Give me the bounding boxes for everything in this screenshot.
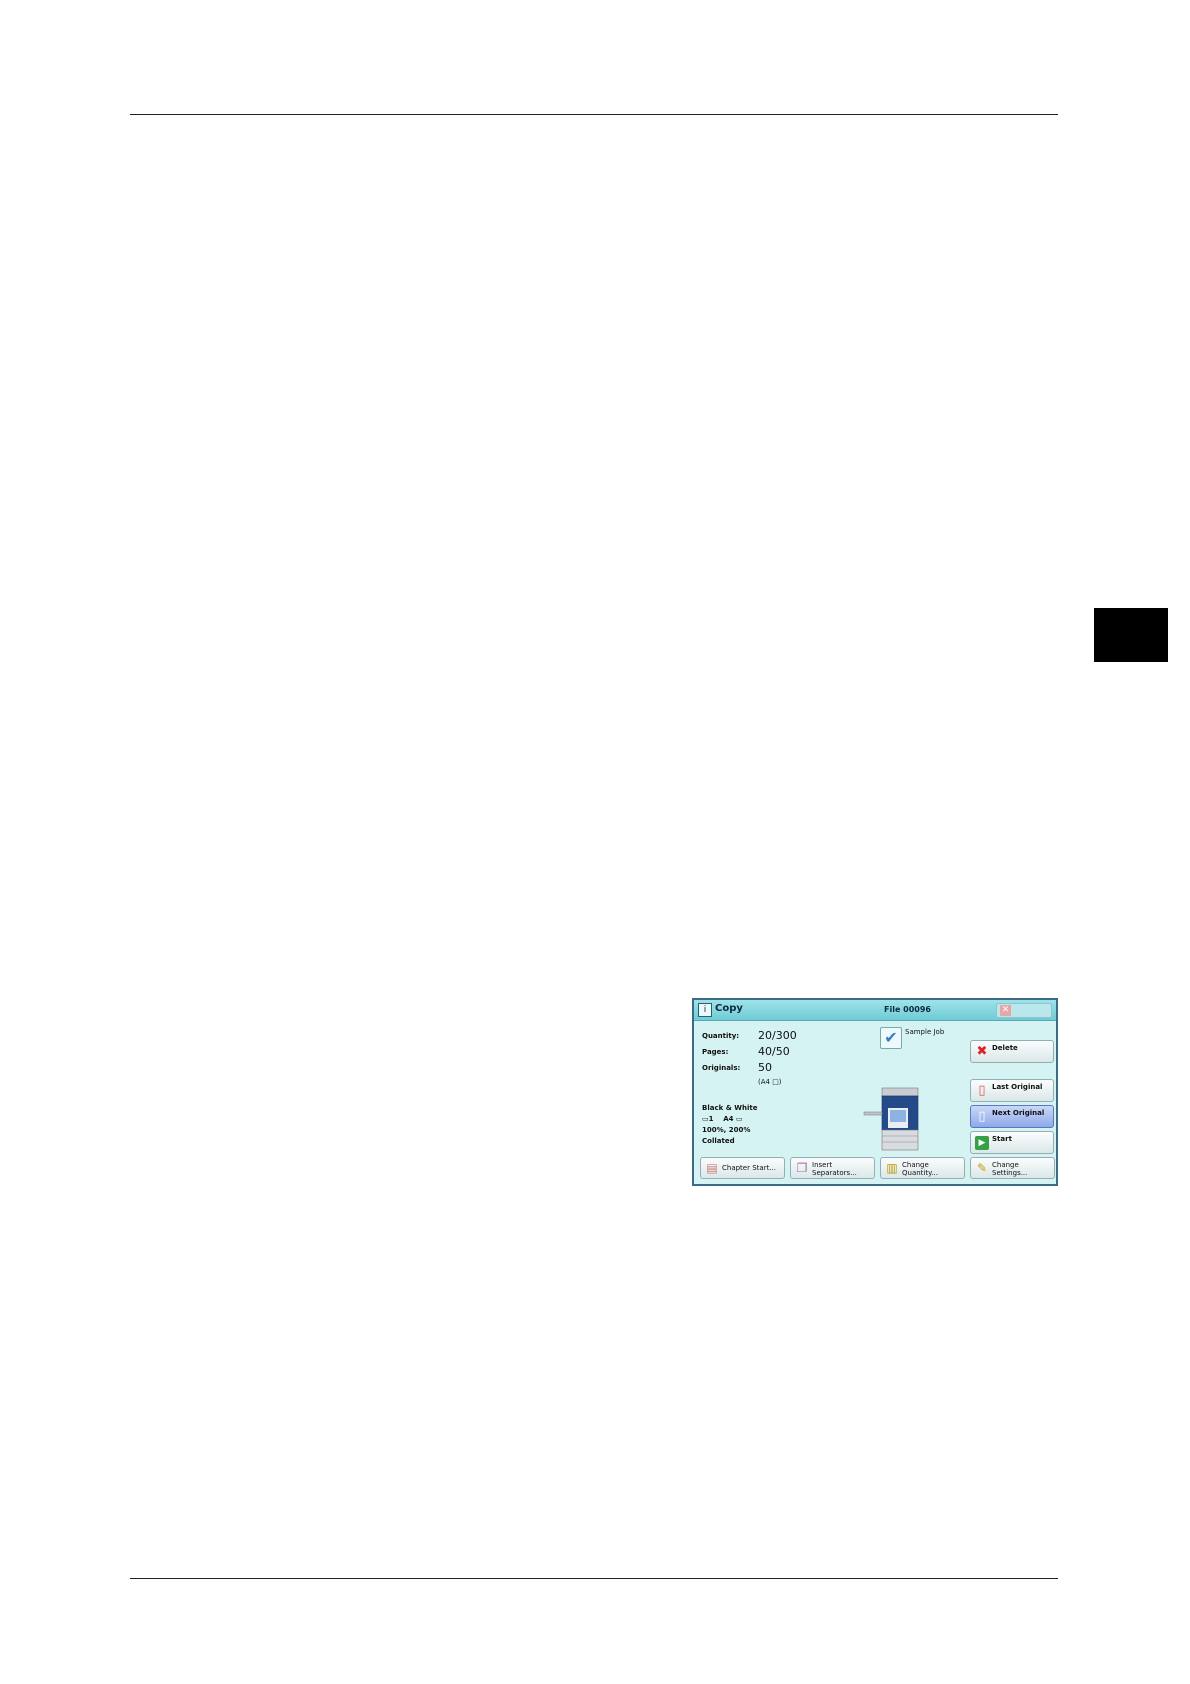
insert-separators-label-1: Insert — [812, 1161, 833, 1169]
quantity-label: Quantity: — [702, 1032, 740, 1040]
separator-icon: ❐ — [796, 1161, 808, 1175]
chapter-icon: ▤ — [706, 1161, 718, 1175]
info-icon[interactable]: i — [698, 1003, 712, 1017]
chapter-start-button[interactable]: ▤ Chapter Start... — [700, 1157, 785, 1179]
delete-x-icon: ✖ — [976, 1044, 988, 1059]
insert-separators-button[interactable]: ❐ Insert Separators... — [790, 1157, 875, 1179]
start-button[interactable]: ▶ Start — [970, 1131, 1054, 1154]
reduce-enlarge: 100%, 200% — [702, 1126, 751, 1134]
close-icon: ✕ — [1000, 1005, 1011, 1016]
output-mode: Collated — [702, 1137, 735, 1145]
settings-pencil-icon: ✎ — [976, 1161, 988, 1175]
change-settings-label-1: Change — [992, 1161, 1019, 1169]
title-bar: i Copy File 00096 ✕ — [694, 1000, 1056, 1021]
pages-label: Pages: — [702, 1048, 729, 1056]
originals-value: 50 — [758, 1061, 772, 1074]
sample-job-checkbox[interactable]: ✔ — [880, 1027, 902, 1049]
footer-rule — [130, 1578, 1058, 1579]
originals-size: (A4 □) — [758, 1078, 782, 1086]
file-name: File 00096 — [884, 1005, 931, 1014]
next-original-button[interactable]: ▯ Next Original — [970, 1105, 1054, 1128]
sample-job-label: Sample Job — [905, 1028, 945, 1036]
change-settings-label-2: Settings... — [992, 1169, 1028, 1177]
quantity-value: 20/300 — [758, 1029, 797, 1042]
insert-separators-label-2: Separators... — [812, 1169, 857, 1177]
window-title: Copy — [715, 1003, 743, 1014]
change-settings-button[interactable]: ✎ Change Settings... — [970, 1157, 1055, 1179]
next-original-label: Next Original — [992, 1109, 1045, 1117]
delete-label: Delete — [992, 1044, 1018, 1052]
play-icon: ▶ — [975, 1136, 989, 1150]
copy-job-screen: i Copy File 00096 ✕ Quantity: 20/300 Pag… — [692, 998, 1058, 1186]
change-quantity-button[interactable]: ▥ Change Quantity... — [880, 1157, 965, 1179]
header-rule — [130, 114, 1058, 115]
printer-icon — [863, 1087, 919, 1151]
last-original-label: Last Original — [992, 1083, 1043, 1091]
chapter-start-label: Chapter Start... — [722, 1164, 776, 1172]
document-icon: ▯ — [978, 1109, 986, 1124]
color-mode: Black & White — [702, 1104, 758, 1112]
delete-button[interactable]: ✖ Delete — [970, 1040, 1054, 1063]
document-icon: ▯ — [978, 1083, 986, 1098]
close-button[interactable]: ✕ — [996, 1003, 1052, 1018]
paper-tray: ▭1 A4 ▭ — [702, 1115, 743, 1123]
change-quantity-label-2: Quantity... — [902, 1169, 938, 1177]
pages-value: 40/50 — [758, 1045, 790, 1058]
start-label: Start — [992, 1135, 1012, 1143]
checkmark-icon: ✔ — [884, 1028, 898, 1047]
last-original-button[interactable]: ▯ Last Original — [970, 1079, 1054, 1102]
chapter-tab-marker — [1094, 608, 1168, 662]
change-quantity-label-1: Change — [902, 1161, 929, 1169]
originals-label: Originals: — [702, 1064, 741, 1072]
quantity-icon: ▥ — [886, 1161, 898, 1175]
